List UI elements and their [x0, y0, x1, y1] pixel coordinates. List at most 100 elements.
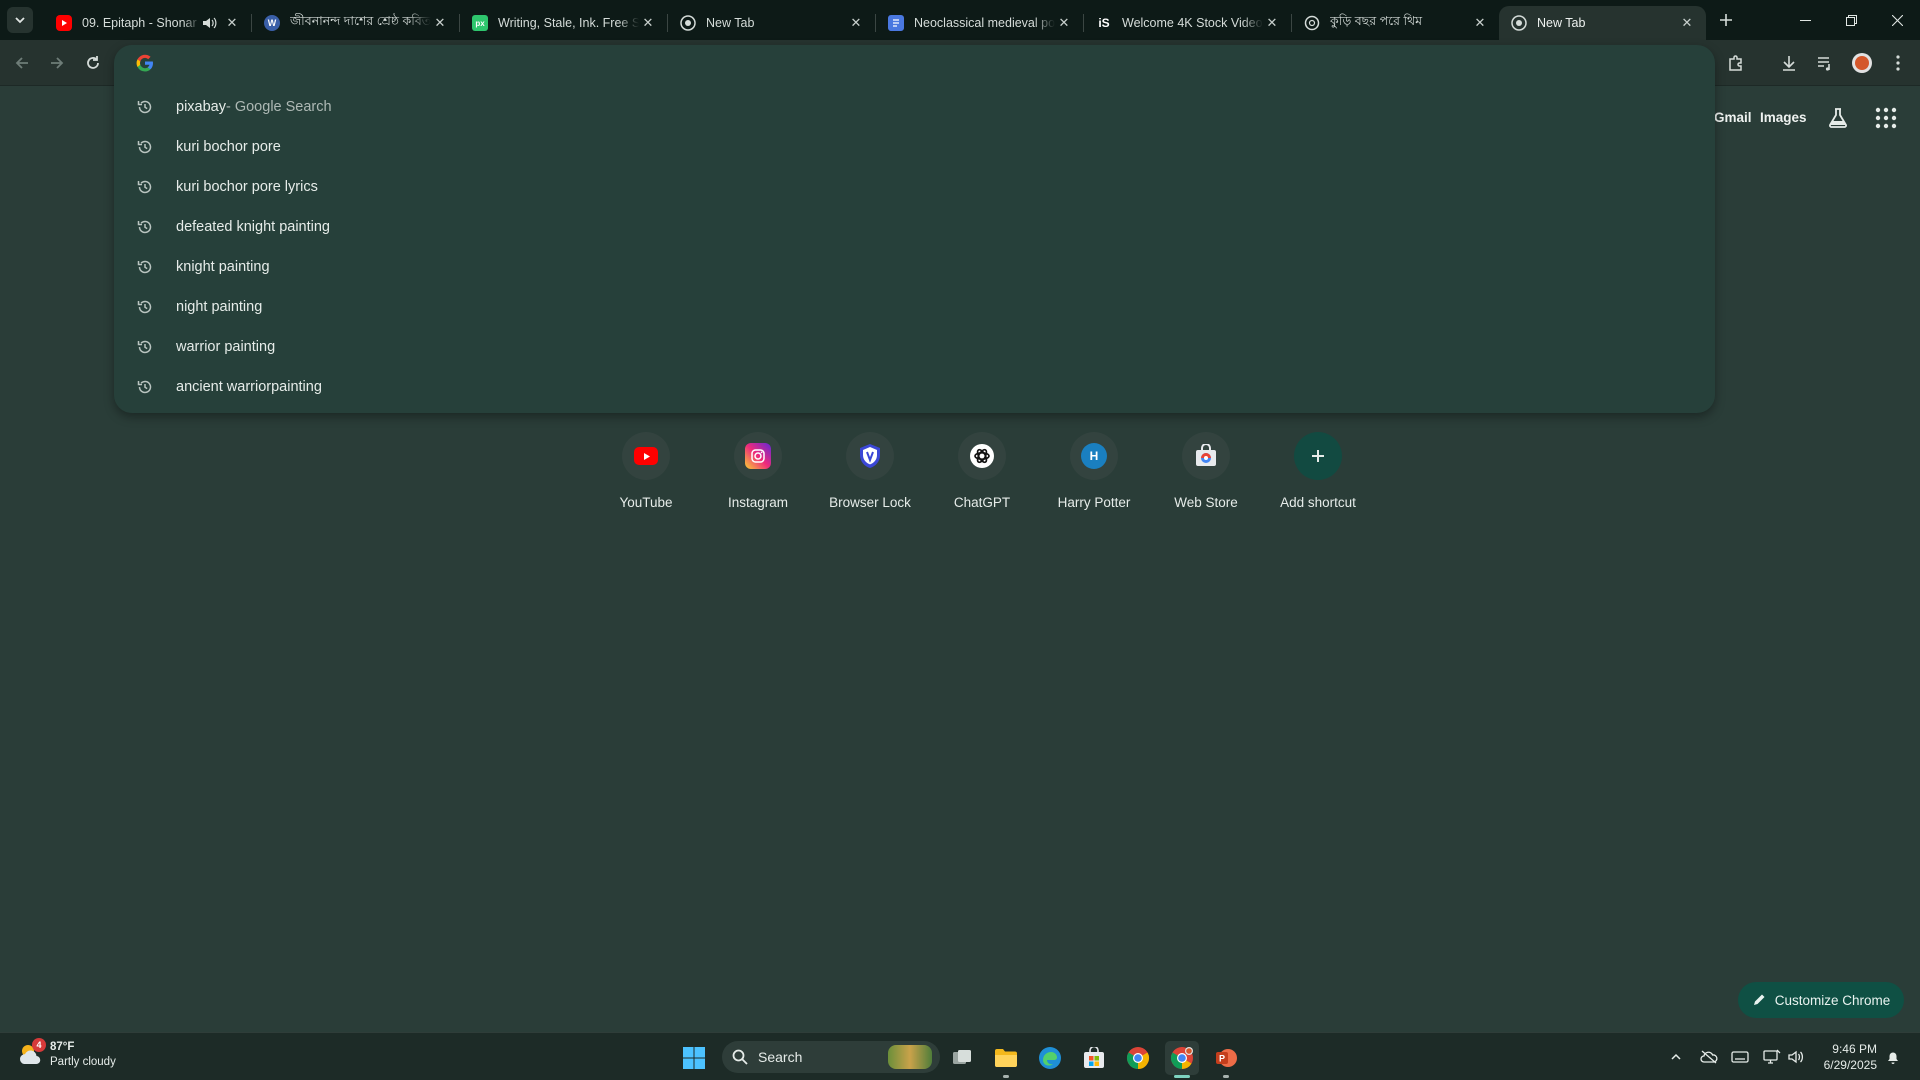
tab-chatgpt[interactable]: কুড়ি বছর পরে থিম ✕: [1292, 6, 1499, 40]
chrome-button[interactable]: [1121, 1041, 1155, 1075]
chrome-profile-button[interactable]: [1165, 1041, 1199, 1078]
file-explorer-button[interactable]: [989, 1041, 1023, 1078]
suggestion-text: pixabay: [176, 99, 226, 115]
tab-search-button[interactable]: [7, 7, 33, 33]
chevron-down-icon: [15, 17, 25, 24]
close-icon[interactable]: ✕: [1678, 14, 1696, 32]
touch-keyboard-button[interactable]: [1730, 1047, 1750, 1067]
labs-flask-icon[interactable]: [1826, 106, 1850, 130]
store-button[interactable]: [1077, 1041, 1111, 1075]
network-button[interactable]: [1762, 1047, 1782, 1067]
shortcut-label: Instagram: [727, 495, 789, 510]
suggestion-item[interactable]: ancient warriorpainting: [114, 367, 1715, 407]
google-apps-icon[interactable]: [1874, 106, 1898, 130]
tab-docs[interactable]: Neoclassical medieval portrait ✕: [876, 6, 1083, 40]
back-button[interactable]: [8, 49, 36, 77]
close-icon[interactable]: ✕: [223, 14, 241, 32]
shortcut-label: Browser Lock: [829, 495, 911, 510]
reload-button[interactable]: [79, 49, 107, 77]
edge-button[interactable]: [1033, 1041, 1067, 1075]
new-tab-button[interactable]: [1712, 6, 1740, 34]
close-icon[interactable]: ✕: [847, 14, 865, 32]
start-button[interactable]: [677, 1041, 711, 1075]
tab-youtube[interactable]: 09. Epitaph - Shonar Bangla Circus ✕: [44, 6, 251, 40]
tab-strip: 09. Epitaph - Shonar Bangla Circus ✕ W জ…: [0, 0, 1920, 40]
close-icon[interactable]: ✕: [1263, 14, 1281, 32]
volume-button[interactable]: [1786, 1047, 1806, 1067]
shortcut-browser-lock[interactable]: Browser Lock: [814, 432, 926, 510]
tab-istock[interactable]: iS Welcome 4K Stock Video ✕: [1084, 6, 1291, 40]
omnibox-input[interactable]: [168, 54, 1568, 72]
speaker-icon[interactable]: [201, 15, 217, 31]
notification-badge: 4: [32, 1038, 46, 1052]
suggestion-item[interactable]: night painting: [114, 287, 1715, 327]
tab-title: Writing, Stale, Ink. Free Stock: [498, 16, 639, 30]
gmail-link[interactable]: Gmail: [1714, 110, 1752, 125]
tab-pixabay[interactable]: px Writing, Stale, Ink. Free Stock ✕: [460, 6, 667, 40]
youtube-icon: [56, 15, 72, 31]
chrome-icon: [1171, 1047, 1193, 1069]
shortcut-youtube[interactable]: YouTube: [590, 432, 702, 510]
shortcut-chatgpt[interactable]: ChatGPT: [926, 432, 1038, 510]
close-icon[interactable]: ✕: [639, 14, 657, 32]
plus-icon: [1312, 450, 1324, 462]
tab-new-tab[interactable]: New Tab ✕: [668, 6, 875, 40]
tab-title: জীবনানন্দ দাশের শ্রেষ্ঠ কবিতা: [290, 14, 431, 28]
suggestion-text: kuri bochor pore lyrics: [176, 179, 318, 195]
tab-new-tab-active[interactable]: New Tab ✕: [1499, 6, 1706, 40]
suggestion-item[interactable]: defeated knight painting: [114, 207, 1715, 247]
notifications-button[interactable]: [1883, 1047, 1903, 1067]
suggestion-item[interactable]: kuri bochor pore: [114, 127, 1715, 167]
network-icon: [1763, 1049, 1781, 1064]
task-view-button[interactable]: [945, 1041, 979, 1075]
youtube-icon: [634, 447, 658, 465]
system-clock[interactable]: 9:46 PM 6/29/2025: [1824, 1041, 1877, 1073]
suggestion-item[interactable]: warrior painting: [114, 327, 1715, 367]
shortcut-instagram[interactable]: Instagram: [702, 432, 814, 510]
tab-title: 09. Epitaph - Shonar Bangla Circus: [82, 16, 201, 30]
taskbar-search[interactable]: Search: [722, 1041, 940, 1073]
suggestion-item[interactable]: kuri bochor pore lyrics: [114, 167, 1715, 207]
close-window-button[interactable]: [1874, 0, 1920, 40]
weather-widget[interactable]: 4 87°F Partly cloudy: [16, 1038, 116, 1070]
speaker-icon: [1788, 1050, 1804, 1064]
arrow-left-icon: [15, 57, 28, 69]
pixabay-icon: px: [472, 15, 488, 31]
reload-icon: [87, 56, 99, 69]
history-icon: [137, 100, 152, 114]
chrome-menu-button[interactable]: [1884, 49, 1912, 77]
svg-text:P: P: [1219, 1054, 1225, 1064]
profile-button[interactable]: [1848, 49, 1876, 77]
close-icon[interactable]: ✕: [1471, 14, 1489, 32]
customize-chrome-button[interactable]: Customize Chrome: [1738, 982, 1904, 1018]
forward-button[interactable]: [43, 49, 71, 77]
omnibox-row: [114, 45, 1715, 81]
shortcut-label: ChatGPT: [953, 495, 1011, 510]
media-controls-button[interactable]: [1811, 49, 1839, 77]
tab-title: Welcome 4K Stock Video: [1122, 16, 1263, 30]
extensions-button[interactable]: [1722, 49, 1750, 77]
tab-wikisource[interactable]: W জীবনানন্দ দাশের শ্রেষ্ঠ কবিতা ✕: [252, 6, 459, 40]
powerpoint-button[interactable]: P: [1209, 1041, 1243, 1078]
clock-time: 9:46 PM: [1832, 1042, 1877, 1056]
close-icon[interactable]: ✕: [1055, 14, 1073, 32]
add-shortcut-button[interactable]: Add shortcut: [1262, 432, 1374, 510]
history-icon: [137, 220, 152, 234]
clock-date: 6/29/2025: [1823, 1058, 1877, 1072]
suggestion-list: pixabay - Google Search kuri bochor pore…: [114, 87, 1715, 407]
suggestion-item[interactable]: pixabay - Google Search: [114, 87, 1715, 127]
show-hidden-icons-button[interactable]: [1666, 1047, 1686, 1067]
shortcut-web-store[interactable]: Web Store: [1150, 432, 1262, 510]
shortcut-harry-potter[interactable]: H Harry Potter: [1038, 432, 1150, 510]
playlist-icon: [1818, 57, 1830, 71]
downloads-button[interactable]: [1775, 49, 1803, 77]
tab-title: Neoclassical medieval portrait: [914, 16, 1055, 30]
minimize-icon: [1799, 19, 1811, 21]
minimize-button[interactable]: [1782, 0, 1828, 40]
close-icon[interactable]: ✕: [431, 14, 449, 32]
restore-button[interactable]: [1828, 0, 1874, 40]
cloud-off-icon: [1700, 1050, 1718, 1064]
suggestion-item[interactable]: knight painting: [114, 247, 1715, 287]
onedrive-button[interactable]: [1699, 1047, 1719, 1067]
images-link[interactable]: Images: [1760, 110, 1807, 125]
